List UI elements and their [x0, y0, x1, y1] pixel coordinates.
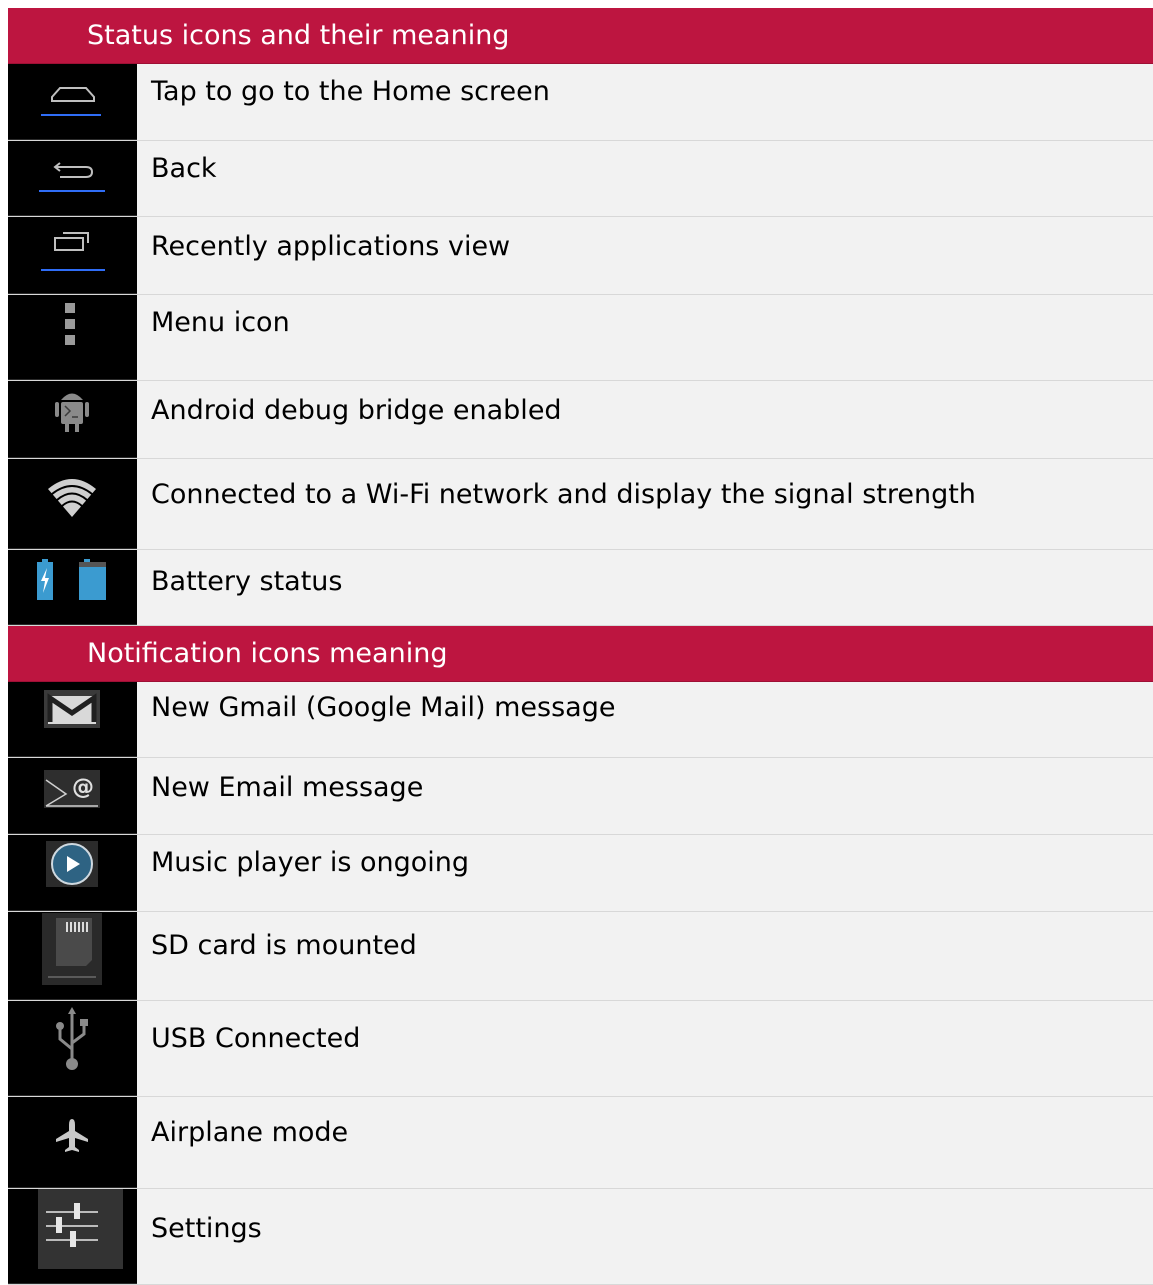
- wifi-icon: [48, 479, 96, 517]
- icon-cell: [8, 64, 137, 140]
- row-text: Battery status: [137, 550, 1153, 625]
- table-row: Settings: [8, 1189, 1153, 1285]
- row-text: SD card is mounted: [137, 912, 1153, 1000]
- icon-cell: [8, 1001, 137, 1096]
- icon-cell: [8, 1097, 137, 1188]
- row-text: Back: [137, 141, 1153, 216]
- row-text: Connected to a Wi-Fi network and display…: [137, 459, 1153, 549]
- svg-text:@: @: [72, 775, 94, 800]
- table-row: Airplane mode: [8, 1097, 1153, 1189]
- section-title: Status icons and their meaning: [87, 20, 510, 51]
- icon-legend-table: Status icons and their meaning Tap to go…: [8, 8, 1153, 1285]
- table-row: Battery status: [8, 550, 1153, 626]
- icon-cell: [8, 550, 137, 625]
- table-row: SD card is mounted: [8, 912, 1153, 1001]
- table-row: Android debug bridge enabled: [8, 381, 1153, 459]
- battery-icon: [37, 559, 106, 600]
- table-row: Back: [8, 141, 1153, 217]
- row-text: Menu icon: [137, 295, 1153, 380]
- menu-icon: [65, 303, 75, 345]
- recent-apps-icon: [41, 232, 105, 271]
- icon-cell: [8, 141, 137, 216]
- usb-icon: [56, 1007, 88, 1070]
- row-text: New Gmail (Google Mail) message: [137, 682, 1153, 757]
- home-icon: [41, 87, 101, 116]
- icon-cell: [8, 217, 137, 294]
- table-row: Recently applications view: [8, 217, 1153, 295]
- android-debug-icon: [55, 393, 89, 432]
- icon-cell: [8, 295, 137, 380]
- icon-cell: [8, 912, 137, 1000]
- row-text: USB Connected: [137, 1001, 1153, 1096]
- gmail-icon: [44, 690, 100, 728]
- airplane-icon: [56, 1119, 88, 1152]
- section-title: Notification icons meaning: [87, 638, 448, 669]
- icon-cell: [8, 682, 137, 757]
- row-text: Recently applications view: [137, 217, 1153, 294]
- section-header-status: Status icons and their meaning: [8, 8, 1153, 64]
- row-text: Settings: [137, 1189, 1153, 1284]
- back-icon: [39, 162, 105, 192]
- row-text: Android debug bridge enabled: [137, 381, 1153, 458]
- row-text: Airplane mode: [137, 1097, 1153, 1188]
- icon-cell: [8, 459, 137, 549]
- sd-card-icon: [42, 913, 102, 985]
- row-text: Tap to go to the Home screen: [137, 64, 1153, 140]
- icon-cell: [8, 835, 137, 911]
- settings-icon: [38, 1189, 123, 1269]
- table-row: Music player is ongoing: [8, 835, 1153, 912]
- table-row: USB Connected: [8, 1001, 1153, 1097]
- icon-cell: [8, 1189, 137, 1284]
- email-icon: @: [44, 770, 100, 808]
- table-row: New Gmail (Google Mail) message: [8, 682, 1153, 758]
- table-row: @ New Email message: [8, 758, 1153, 835]
- table-row: Menu icon: [8, 295, 1153, 381]
- icon-cell: @: [8, 758, 137, 834]
- row-text: Music player is ongoing: [137, 835, 1153, 911]
- table-row: Connected to a Wi-Fi network and display…: [8, 459, 1153, 550]
- row-text: New Email message: [137, 758, 1153, 834]
- table-row: Tap to go to the Home screen: [8, 64, 1153, 141]
- music-play-icon: [46, 841, 98, 887]
- section-header-notifications: Notification icons meaning: [8, 626, 1153, 682]
- icon-cell: [8, 381, 137, 458]
